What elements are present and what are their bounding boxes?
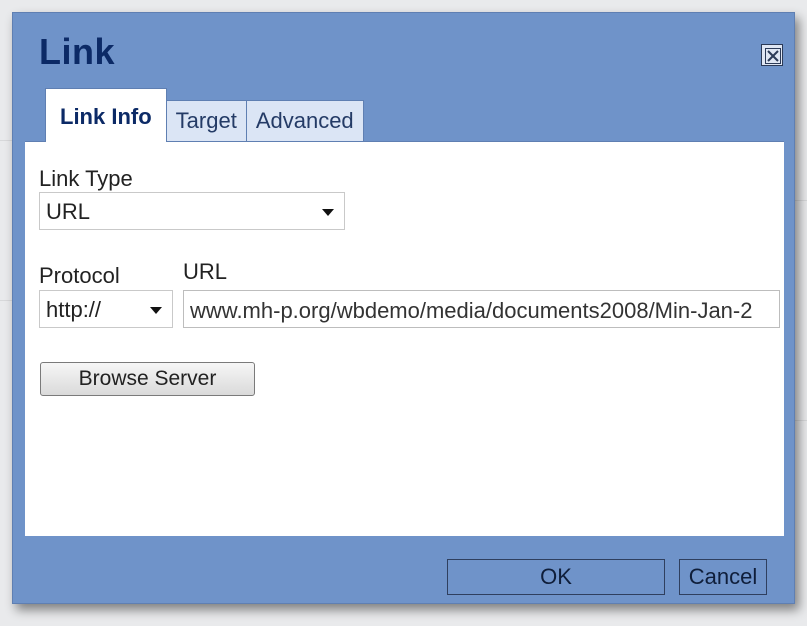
- dialog-title: Link: [39, 31, 116, 72]
- tab-bar: Link Info Target Advanced: [45, 88, 364, 142]
- cancel-button[interactable]: Cancel: [679, 559, 767, 595]
- ok-button[interactable]: OK: [447, 559, 665, 595]
- link-type-value: URL: [46, 199, 91, 224]
- browse-server-button[interactable]: Browse Server: [40, 362, 255, 396]
- chevron-down-icon: [322, 209, 334, 216]
- close-button[interactable]: [761, 44, 783, 66]
- background-gridline: [0, 140, 12, 141]
- close-icon: [765, 48, 781, 64]
- background-gridline: [795, 200, 807, 201]
- url-label: URL: [183, 259, 228, 284]
- link-dialog: Link Link Info Target Advanced Link Type…: [12, 12, 795, 604]
- link-info-panel: Link Type URL Protocol URL http:// www.m…: [25, 141, 784, 536]
- protocol-select[interactable]: http://: [39, 290, 173, 328]
- protocol-value: http://: [46, 297, 102, 322]
- background-gridline: [795, 420, 807, 421]
- link-type-label: Link Type: [39, 166, 133, 191]
- chevron-down-icon: [150, 307, 162, 314]
- protocol-label: Protocol: [39, 263, 120, 288]
- url-input[interactable]: www.mh-p.org/wbdemo/media/documents2008/…: [183, 290, 780, 328]
- tab-link-info[interactable]: Link Info: [45, 88, 167, 142]
- tab-advanced[interactable]: Advanced: [246, 100, 364, 142]
- tab-target[interactable]: Target: [166, 100, 247, 142]
- background-gridline: [0, 300, 12, 301]
- link-type-select[interactable]: URL: [39, 192, 345, 230]
